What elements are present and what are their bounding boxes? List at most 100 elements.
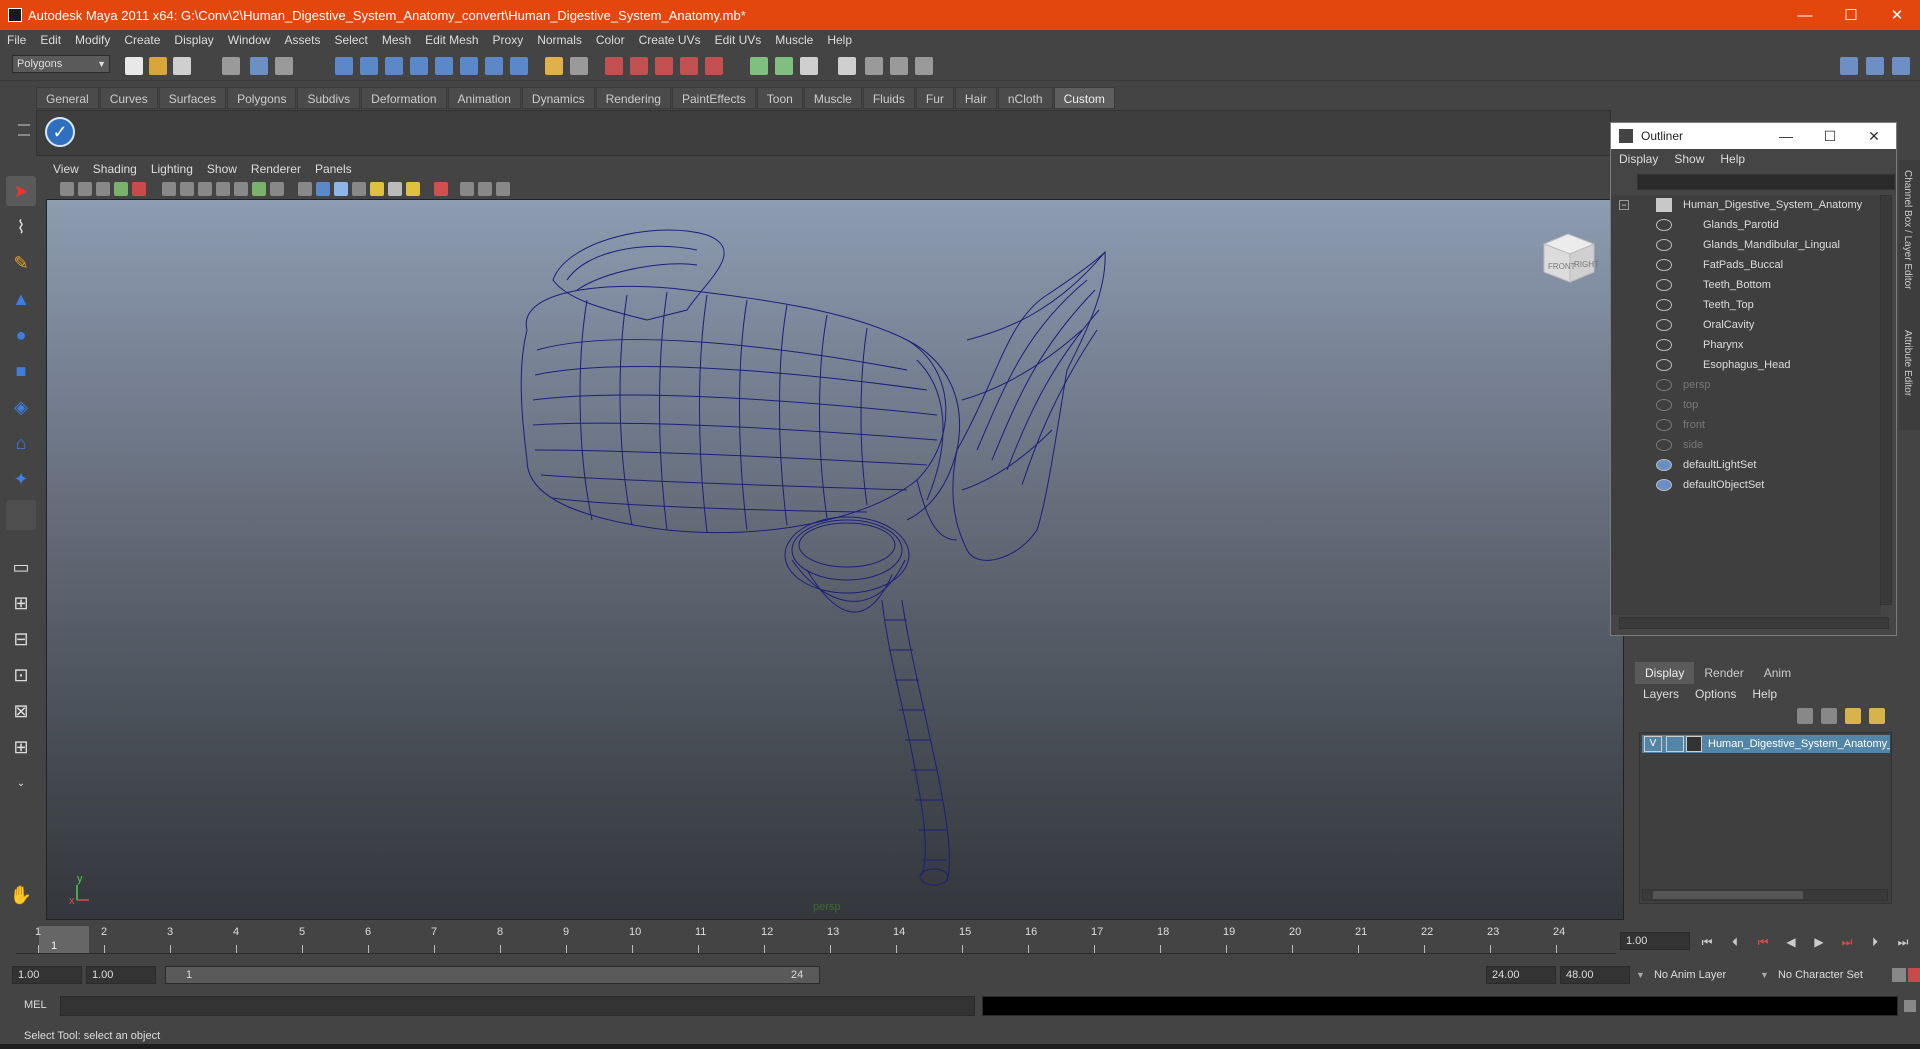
default-light-icon[interactable] xyxy=(406,182,420,196)
close-button[interactable]: ✕ xyxy=(1874,0,1920,30)
layer-editor-icon[interactable] xyxy=(915,57,933,75)
lasso-tool-icon[interactable]: ⌇ xyxy=(6,212,36,242)
grid-icon[interactable] xyxy=(162,182,176,196)
help-query-icon[interactable] xyxy=(510,57,528,75)
field-chart-icon[interactable] xyxy=(234,182,248,196)
tab-dynamics[interactable]: Dynamics xyxy=(521,87,595,109)
play-forwards-icon[interactable]: ▶ xyxy=(1808,932,1830,952)
channel-box-toggle-icon[interactable] xyxy=(1892,57,1910,75)
tab-deformation[interactable]: Deformation xyxy=(361,87,447,109)
menu-mesh[interactable]: Mesh xyxy=(375,33,418,47)
soft-modification-icon[interactable]: ⌂ xyxy=(6,428,36,458)
checkmark-tool-icon[interactable]: ✓ xyxy=(45,117,75,147)
four-view-layout-icon[interactable]: ⊞ xyxy=(6,588,36,618)
play-backwards-icon[interactable]: ◀ xyxy=(1780,932,1802,952)
command-input[interactable] xyxy=(60,996,975,1016)
menu-proxy[interactable]: Proxy xyxy=(486,33,531,47)
ipr-render-icon[interactable] xyxy=(630,57,648,75)
textured-icon[interactable] xyxy=(352,182,366,196)
script-editor-icon[interactable] xyxy=(1904,1000,1916,1012)
select-camera-icon[interactable] xyxy=(60,182,74,196)
animation-preferences-icon[interactable] xyxy=(1908,968,1920,982)
lock-camera-icon[interactable] xyxy=(78,182,92,196)
selection-filter-icon[interactable] xyxy=(570,57,588,75)
time-slider[interactable]: 1 1 2 3 4 5 6 7 8 9 10 11 12 13 14 15 16 17 18 19 20 21 22 23 2… xyxy=(16,926,1616,954)
outliner-filter-input[interactable] xyxy=(1637,174,1895,190)
outliner-menu-help[interactable]: Help xyxy=(1712,152,1753,166)
snap-to-view-plane-icon[interactable] xyxy=(410,57,428,75)
quick-layout-icon[interactable]: ✋ xyxy=(6,880,36,910)
scale-tool-icon[interactable]: ■ xyxy=(6,356,36,386)
animation-start-field[interactable]: 1.00 xyxy=(12,966,82,984)
menu-help[interactable]: Help xyxy=(820,33,859,47)
tool-settings-toggle-icon[interactable] xyxy=(1866,57,1884,75)
render-current-frame-icon[interactable] xyxy=(605,57,623,75)
hud-toggle-icon[interactable] xyxy=(496,182,510,196)
layer-visibility-toggle[interactable]: V xyxy=(1644,736,1662,752)
outliner-horizontal-scrollbar[interactable] xyxy=(1619,617,1889,629)
outliner-item[interactable]: OralCavity xyxy=(1611,315,1879,335)
menu-set-dropdown[interactable]: Polygons ▼ xyxy=(12,55,110,73)
safe-title-icon[interactable] xyxy=(270,182,284,196)
panel-menu-shading[interactable]: Shading xyxy=(86,162,144,176)
playback-end-field[interactable]: 24.00 xyxy=(1486,966,1556,984)
select-by-component-icon[interactable] xyxy=(275,57,293,75)
tab-rendering[interactable]: Rendering xyxy=(595,87,671,109)
open-scene-icon[interactable] xyxy=(149,57,167,75)
hypershade-persp-layout-icon[interactable]: ⊠ xyxy=(6,696,36,726)
snap-to-point-icon[interactable] xyxy=(385,57,403,75)
channel-box-icon[interactable] xyxy=(865,57,883,75)
last-tool-icon[interactable] xyxy=(6,500,36,530)
tab-ncloth[interactable]: nCloth xyxy=(997,87,1053,109)
rotate-tool-icon[interactable]: ● xyxy=(6,320,36,350)
lock-icon[interactable] xyxy=(545,57,563,75)
tab-display-layers[interactable]: Display xyxy=(1635,662,1695,684)
tab-animation[interactable]: Animation xyxy=(447,87,521,109)
outliner-item[interactable]: top xyxy=(1611,395,1879,415)
menu-edit-mesh[interactable]: Edit Mesh xyxy=(418,33,485,47)
show-hide-sidebar-icon[interactable] xyxy=(750,57,768,75)
move-layer-up-icon[interactable] xyxy=(1797,708,1813,724)
image-plane-icon[interactable] xyxy=(132,182,146,196)
view-cube[interactable]: FRONT RIGHT xyxy=(1538,226,1600,288)
outliner-vertical-scrollbar[interactable] xyxy=(1880,195,1892,605)
new-scene-icon[interactable] xyxy=(125,57,143,75)
new-layer-from-selection-icon[interactable] xyxy=(1869,708,1885,724)
layer-row[interactable]: V Human_Digestive_System_Anatomy_ xyxy=(1642,735,1890,753)
use-all-lights-icon[interactable] xyxy=(370,182,384,196)
wireframe-on-shaded-icon[interactable] xyxy=(334,182,348,196)
tab-custom[interactable]: Custom xyxy=(1053,87,1115,109)
collapse-icon[interactable]: − xyxy=(1619,200,1629,210)
outliner-minimize-button[interactable]: — xyxy=(1764,123,1808,149)
resolution-gate-icon[interactable] xyxy=(198,182,212,196)
single-perspective-layout-icon[interactable]: ▭ xyxy=(6,552,36,582)
menu-create-uvs[interactable]: Create UVs xyxy=(632,33,708,47)
persp-outliner-layout-icon[interactable]: ⊟ xyxy=(6,624,36,654)
safe-action-icon[interactable] xyxy=(252,182,266,196)
xray-icon[interactable] xyxy=(460,182,474,196)
isolate-select-icon[interactable] xyxy=(434,182,448,196)
outliner-item[interactable]: Glands_Mandibular_Lingual xyxy=(1611,235,1879,255)
outliner-item[interactable]: FatPads_Buccal xyxy=(1611,255,1879,275)
outliner-item[interactable]: − Human_Digestive_System_Anatomy xyxy=(1611,195,1879,215)
tab-polygons[interactable]: Polygons xyxy=(227,87,297,109)
menu-window[interactable]: Window xyxy=(221,33,278,47)
tab-fluids[interactable]: Fluids xyxy=(862,87,915,109)
outliner-close-button[interactable]: ✕ xyxy=(1852,123,1896,149)
input-output-icon[interactable] xyxy=(485,57,503,75)
shelf-options-handle[interactable] xyxy=(18,118,32,152)
snap-to-grid-icon[interactable] xyxy=(335,57,353,75)
tab-curves[interactable]: Curves xyxy=(99,87,158,109)
wireframe-icon[interactable] xyxy=(298,182,312,196)
outliner-maximize-button[interactable]: ☐ xyxy=(1808,123,1852,149)
shadows-icon[interactable] xyxy=(388,182,402,196)
move-tool-icon[interactable]: ▲ xyxy=(6,284,36,314)
anim-layer-dropdown[interactable]: ▼ No Anim Layer xyxy=(1636,966,1756,984)
gate-mask-icon[interactable] xyxy=(216,182,230,196)
tool-box-icon[interactable] xyxy=(890,57,908,75)
outliner-item[interactable]: defaultObjectSet xyxy=(1611,475,1879,495)
layer-menu-options[interactable]: Options xyxy=(1687,687,1744,701)
tool-settings-icon[interactable] xyxy=(800,57,818,75)
snap-to-curve-icon[interactable] xyxy=(360,57,378,75)
outliner-item[interactable]: defaultLightSet xyxy=(1611,455,1879,475)
